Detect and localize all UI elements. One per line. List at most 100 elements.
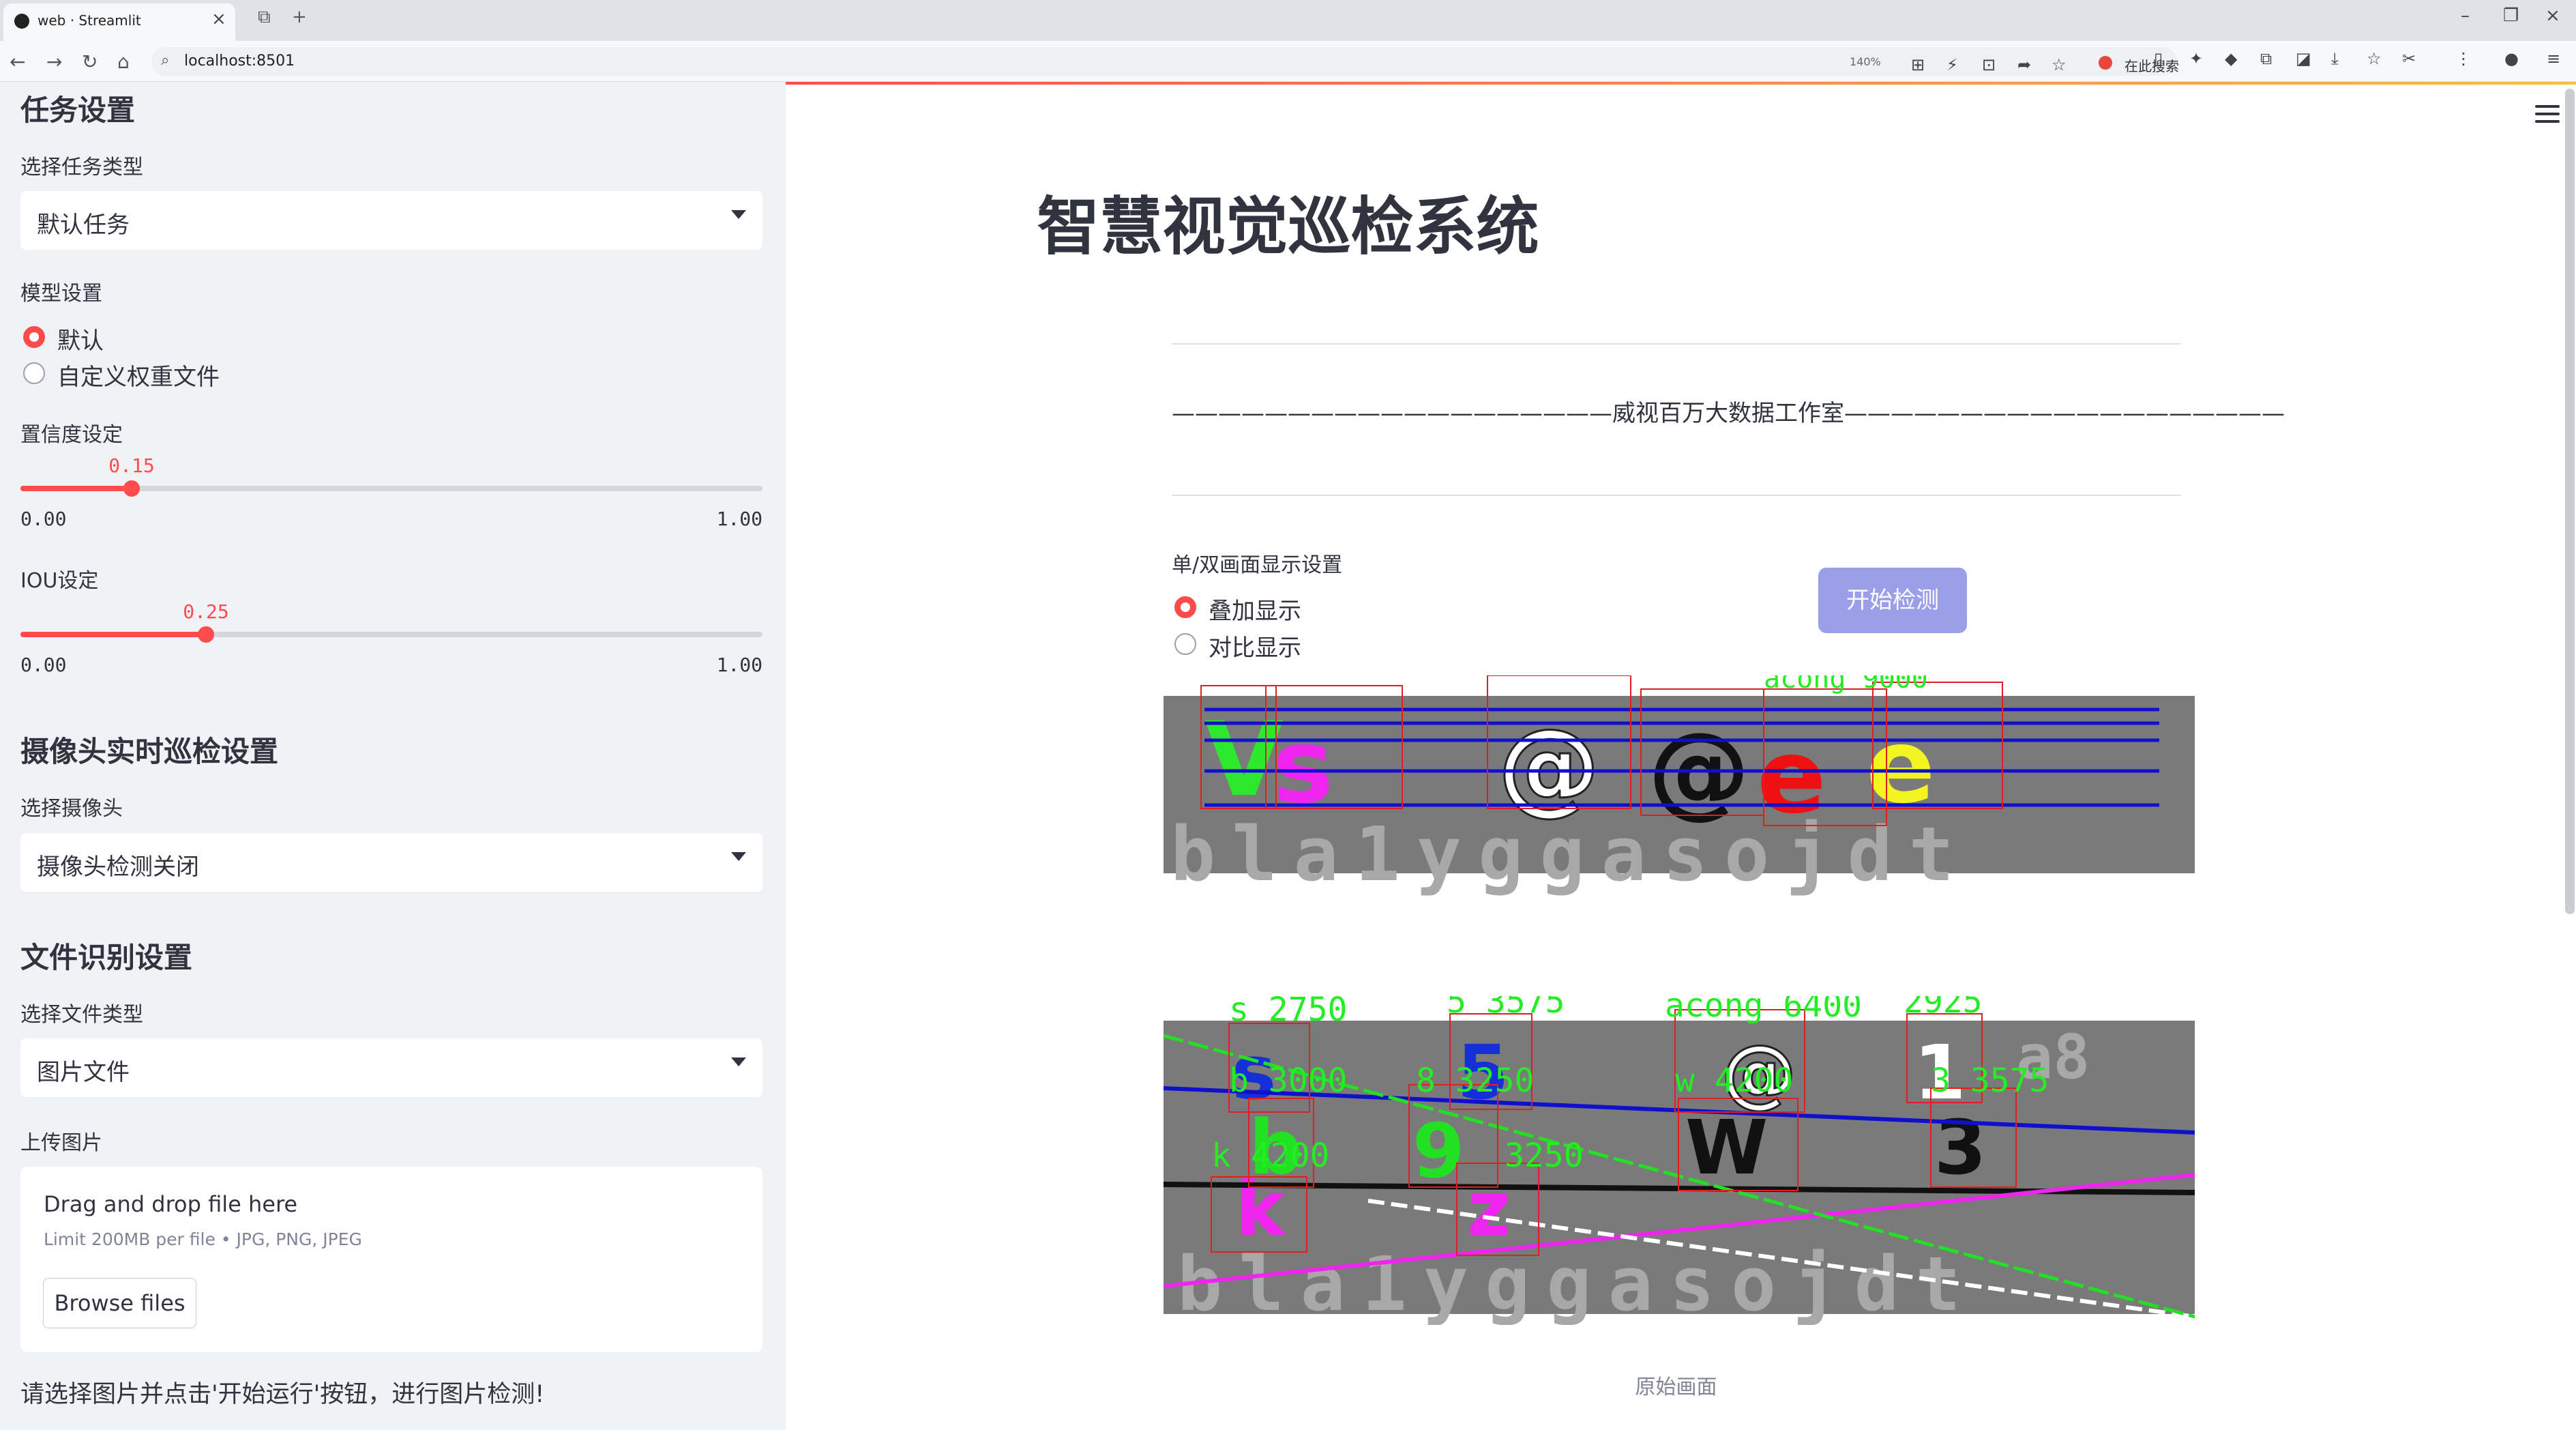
image-caption: 原始画面 xyxy=(1635,1375,1717,1399)
slider-max: 1.00 xyxy=(716,508,763,530)
back-icon[interactable]: ← xyxy=(10,50,25,73)
browser-tab-bar: web · Streamlit × ⧉ + – ❐ × xyxy=(0,0,2576,41)
svg-text:3: 3 xyxy=(1934,1104,1987,1191)
detection-label: 3250 xyxy=(1505,1137,1584,1175)
bookmark-star-icon[interactable]: ☆ xyxy=(2052,55,2067,74)
iou-label: IOU设定 xyxy=(20,569,99,593)
camera-label: 选择摄像头 xyxy=(20,797,123,821)
translate-icon[interactable]: ⊞ xyxy=(1911,55,1925,74)
detection-label: b 3000 xyxy=(1229,1062,1347,1100)
browse-files-button[interactable]: Browse files xyxy=(43,1278,196,1328)
share-icon[interactable]: ➦ xyxy=(2017,55,2031,74)
model-option-label: 默认 xyxy=(57,327,104,355)
svg-text:W: W xyxy=(1685,1104,1768,1191)
radio-selected-icon xyxy=(1174,596,1196,618)
tab-title: web · Streamlit xyxy=(38,12,141,29)
search-engine-icon xyxy=(2099,56,2112,70)
more-icon[interactable]: ⋮ xyxy=(2455,49,2472,68)
divider xyxy=(1172,495,2181,496)
svg-text:V: V xyxy=(1204,701,1284,819)
extension-icon[interactable]: ◆ xyxy=(2225,49,2237,68)
svg-text:k: k xyxy=(1235,1165,1287,1253)
close-tab-icon[interactable]: × xyxy=(211,9,226,29)
file-type-select[interactable]: 图片文件 xyxy=(20,1038,763,1097)
detection-label: acong 9000 xyxy=(1764,675,1928,695)
hamburger-menu-icon[interactable] xyxy=(2535,105,2560,128)
search-icon: ⌕ xyxy=(161,52,170,69)
browser-toolbar: ← → ↻ ⌂ ⌕ localhost:8501 140% ⊞ ⚡ ⊡ ➦ ☆ … xyxy=(0,41,2576,82)
file-dropzone[interactable]: Drag and drop file here Limit 200MB per … xyxy=(20,1167,763,1352)
menu-icon[interactable]: ≡ xyxy=(2547,49,2560,68)
restore-icon[interactable]: ❐ xyxy=(2503,5,2519,26)
avatar[interactable]: ● xyxy=(2504,49,2519,68)
minimize-icon[interactable]: – xyxy=(2461,5,2470,26)
task-section-title: 任务设置 xyxy=(20,93,136,127)
slider-fill xyxy=(20,632,206,637)
upload-label: 上传图片 xyxy=(20,1131,102,1155)
browser-tab[interactable]: web · Streamlit × xyxy=(3,3,235,41)
display-option-label: 对比显示 xyxy=(1209,634,1301,662)
iou-value: 0.25 xyxy=(183,600,229,623)
detection-image-bottom: bla1yggasojdt a8 s 5 @ 1 b 9 W 3 k z s 2… xyxy=(1164,996,2195,1325)
cut-icon[interactable]: ✂ xyxy=(2402,49,2416,68)
forward-icon[interactable]: → xyxy=(46,50,62,73)
dropzone-title: Drag and drop file here xyxy=(44,1191,298,1217)
ai-assistant-icon[interactable]: ✦ xyxy=(2189,49,2203,68)
address-bar[interactable]: ⌕ localhost:8501 140% ⊞ ⚡ ⊡ ➦ ☆ 在此搜索 xyxy=(151,47,2179,76)
lightning-icon[interactable]: ⚡ xyxy=(1946,55,1958,74)
detection-label: k 4200 xyxy=(1211,1137,1329,1175)
detection-label: s 2750 xyxy=(1229,996,1347,1029)
home-icon[interactable]: ⌂ xyxy=(117,50,130,73)
window-close-icon[interactable]: × xyxy=(2545,5,2560,26)
phone-icon[interactable]: ▯ xyxy=(2154,49,2163,68)
detection-label: 2925 xyxy=(1904,996,1983,1021)
studio-line: ———————————————————威视百万大数据工作室———————————… xyxy=(1172,400,2285,427)
chevron-down-icon xyxy=(731,1057,746,1066)
divider xyxy=(1172,343,2181,345)
favorites-icon[interactable]: ☆ xyxy=(2367,49,2382,68)
file-type-value: 图片文件 xyxy=(37,1059,130,1086)
iou-slider[interactable]: 0.25 0.00 1.00 xyxy=(20,600,763,676)
camera-section-title: 摄像头实时巡检设置 xyxy=(20,735,279,768)
slider-max: 1.00 xyxy=(716,654,763,676)
detection-label: 8 3250 xyxy=(1416,1062,1534,1100)
sidebar: 任务设置 选择任务类型 默认任务 模型设置 默认 自定义权重文件 置信度设定 0… xyxy=(0,82,786,1430)
screenshot-icon[interactable]: ⊡ xyxy=(1982,55,1996,74)
detection-label: w 4200 xyxy=(1675,1062,1793,1100)
chevron-down-icon xyxy=(731,852,746,861)
search-box[interactable]: 在此搜索 xyxy=(2092,51,2324,76)
display-mode-label: 单/双画面显示设置 xyxy=(1172,553,1343,577)
download-icon[interactable]: ⤓ xyxy=(2331,49,2339,68)
captcha-image-top: bla1yggasojdt V s @ @ e e acong 9000 xyxy=(1164,675,2195,898)
dropzone-limit: Limit 200MB per file • JPG, PNG, JPEG xyxy=(44,1229,362,1249)
camera-select[interactable]: 摄像头检测关闭 xyxy=(20,833,763,892)
detection-label: 5 3575 xyxy=(1447,996,1565,1021)
app-icon[interactable]: ◪ xyxy=(2296,49,2311,68)
zoom-level[interactable]: 140% xyxy=(1850,55,1881,68)
reload-icon[interactable]: ↻ xyxy=(82,50,98,73)
svg-text:e: e xyxy=(1757,718,1826,836)
start-detection-button[interactable]: 开始检测 xyxy=(1818,568,1967,633)
confidence-value: 0.15 xyxy=(108,454,155,477)
detection-label: acong 6400 xyxy=(1665,996,1862,1025)
slider-thumb[interactable] xyxy=(198,626,214,643)
svg-text:bla1yggasojdt: bla1yggasojdt xyxy=(1177,1240,1977,1325)
confidence-slider[interactable]: 0.15 0.00 1.00 xyxy=(20,454,763,530)
url-text: localhost:8501 xyxy=(184,53,295,70)
display-option-label: 叠加显示 xyxy=(1209,598,1301,625)
radio-unselected-icon xyxy=(23,362,45,384)
detection-image-top: bla1yggasojdt V s @ @ e e acong 9000 xyxy=(1164,675,2195,901)
tab-group-icon[interactable]: ⧉ xyxy=(258,7,271,28)
translate-ext-icon[interactable]: ⧉ xyxy=(2260,49,2272,68)
detection-label: 3 3575 xyxy=(1931,1062,2049,1100)
page-title: 智慧视觉巡检系统 xyxy=(1037,190,1539,263)
streamlit-favicon-icon xyxy=(14,14,29,29)
slider-min: 0.00 xyxy=(20,654,67,676)
radio-unselected-icon xyxy=(1174,633,1196,655)
new-tab-icon[interactable]: + xyxy=(292,7,307,27)
slider-thumb[interactable] xyxy=(123,480,140,497)
captcha-image-bottom: bla1yggasojdt a8 s 5 @ 1 b 9 W 3 k z s 2… xyxy=(1164,996,2195,1325)
file-section-title: 文件识别设置 xyxy=(20,941,193,974)
slider-fill xyxy=(20,486,132,491)
svg-text:z: z xyxy=(1467,1165,1511,1253)
